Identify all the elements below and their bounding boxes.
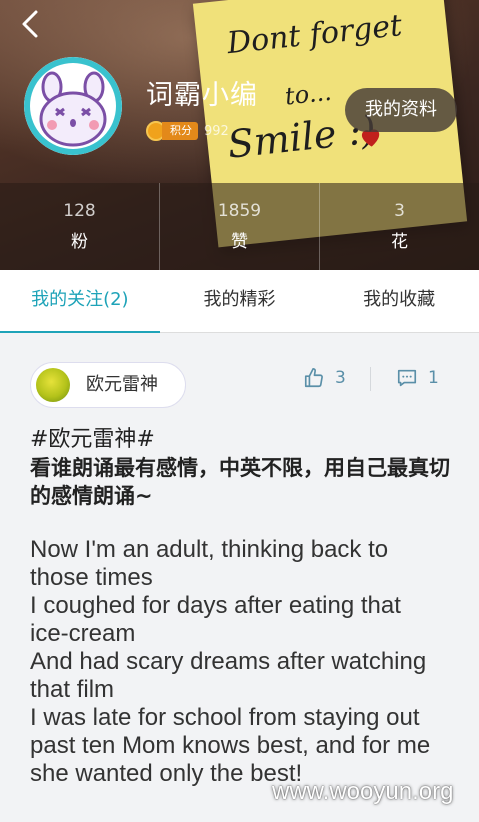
my-profile-button[interactable]: 我的资料 [345,88,457,132]
comment-count: 1 [428,368,439,388]
stat-fans-value: 128 [63,201,96,221]
stats-bar: 128 粉 1859 赞 3 花 [0,183,479,270]
like-button[interactable]: 3 [303,367,346,389]
thumbs-up-icon [304,368,323,388]
tab-favorites[interactable]: 我的收藏 [319,270,479,332]
profile-header: Dont forget to... Smile :) 词霸小编 积分 992 我… [0,0,479,270]
stat-flowers-label: 花 [391,232,408,252]
tab-bar: 我的关注(2) 我的精彩 我的收藏 [0,270,479,333]
back-arrow-icon[interactable] [14,6,48,40]
stat-fans-label: 粉 [71,232,88,252]
tab-following[interactable]: 我的关注(2) [0,270,160,333]
feed-content: 欧元雷神 3 1 #欧元雷神# 看谁朗诵最有感情，中英不限，用自己最真切的感情朗… [0,333,479,822]
action-divider [370,367,371,391]
comment-icon [397,369,417,387]
post-line: Now I'm an adult, thinking back to [30,536,389,563]
stat-fans[interactable]: 128 粉 [0,183,159,270]
comment-button[interactable]: 1 [396,367,439,389]
post-line: I was late for school from staying out [30,704,420,731]
post-english-text: Now I'm an adult, thinking back to those… [30,536,460,788]
stat-flowers-value: 3 [394,201,405,221]
author-avatar [36,368,70,402]
post-chinese-text: 看谁朗诵最有感情，中英不限，用自己最真切的感情朗诵~ [30,456,450,508]
stat-likes-label: 赞 [231,232,248,252]
post-line: I coughed for days after eating that [30,592,401,619]
post-body[interactable]: #欧元雷神# 看谁朗诵最有感情，中英不限，用自己最真切的感情朗诵~ Now I'… [30,426,460,788]
username: 词霸小编 [146,80,258,111]
stat-likes[interactable]: 1859 赞 [159,183,319,270]
author-name: 欧元雷神 [86,374,158,395]
points-value: 992 [204,123,229,139]
post-line: those times [30,564,153,591]
tab-highlights[interactable]: 我的精彩 [160,270,320,332]
watermark: www.wooyun.org [272,778,454,805]
stat-flowers[interactable]: 3 花 [319,183,479,270]
post-line: past ten Mom knows best, and for me [30,732,431,759]
post-line: ice-cream [30,620,136,647]
post-hashtag[interactable]: #欧元雷神# [30,426,460,454]
post-line: And had scary dreams after watching [30,648,427,675]
note-line-1: Dont forget [225,8,404,62]
avatar[interactable] [24,57,122,155]
points-label: 积分 [162,122,198,140]
author-chip[interactable]: 欧元雷神 [30,362,186,408]
like-count: 3 [335,368,346,388]
stat-likes-value: 1859 [217,201,262,221]
bunny-avatar-icon [24,57,122,155]
points-badge: 积分 992 [146,121,229,141]
note-line-2: to... [283,77,333,111]
post-line: that film [30,676,115,703]
